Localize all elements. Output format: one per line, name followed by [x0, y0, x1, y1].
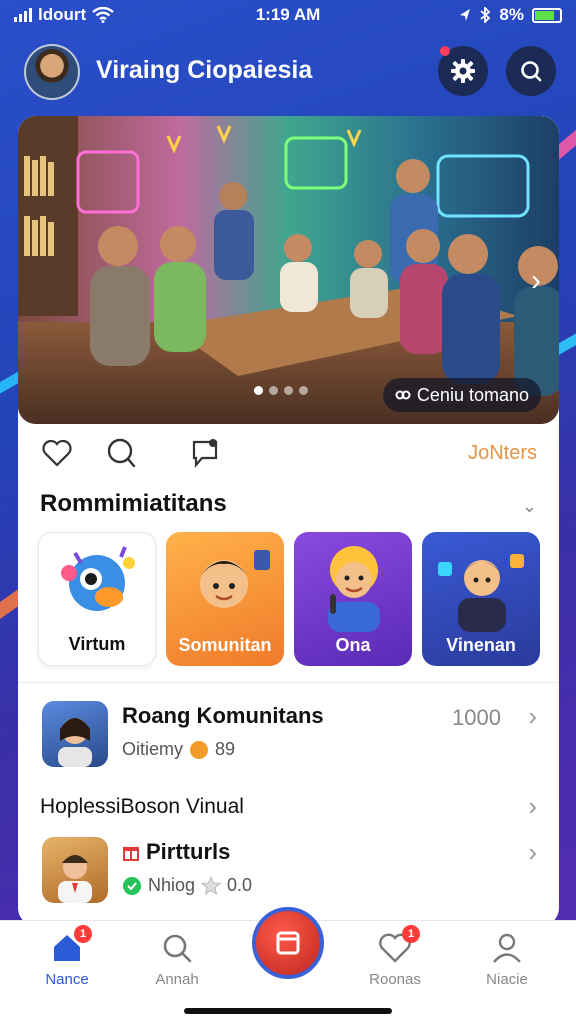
action-row: JoNters [38, 434, 539, 474]
row-count: 1000 [452, 705, 501, 730]
tile-vinenan[interactable]: Vinenan [422, 532, 540, 666]
search-icon [521, 61, 542, 82]
avatar [42, 701, 108, 767]
search-icon [160, 931, 194, 965]
home-icon: 1 [50, 925, 92, 965]
tab-profile[interactable]: Niacie [462, 931, 552, 988]
tile-somunitan[interactable]: Somunitan [166, 532, 284, 666]
tab-home[interactable]: 1 Nance [22, 925, 112, 988]
row-sub-text: Nhiog [148, 875, 196, 895]
status-bar: ldourt 1:19 AM 8% [0, 0, 576, 30]
heart-icon[interactable] [40, 436, 74, 470]
list-item[interactable]: Pirtturls Nhiog 0.0 › [18, 833, 559, 913]
row-subtitle: Nhiog 0.0 [122, 875, 252, 896]
hero-chip[interactable]: Ceniu tomano [382, 378, 541, 412]
share-icon[interactable] [188, 436, 222, 470]
tile-ona[interactable]: Ona [294, 532, 412, 666]
orange-emoji-icon [190, 740, 209, 759]
home-indicator [184, 1008, 392, 1014]
row-sub-count: 89 [215, 739, 236, 759]
tile-label: Virtum [68, 634, 126, 654]
bluetooth-icon [480, 7, 491, 23]
chevron-down-icon[interactable]: ⌄ [522, 496, 537, 517]
list-item[interactable]: Roang Komunitans Oitiemy 89 1000 › [18, 697, 559, 777]
tab-search[interactable]: Annah [132, 931, 222, 988]
row-title-wrap: Pirtturls [122, 839, 230, 865]
gift-icon [123, 847, 139, 861]
tile-label: Somunitan [178, 635, 272, 655]
link-icon [395, 390, 411, 400]
carousel-dot[interactable] [254, 386, 263, 395]
carousel-next-icon[interactable]: › [531, 264, 541, 298]
row-title: Roang Komunitans [122, 703, 324, 728]
community-list: Roang Komunitans Oitiemy 89 1000 › Hople… [18, 682, 559, 903]
tab-label: Annah [155, 971, 199, 988]
chevron-right-icon[interactable]: › [528, 701, 537, 732]
carousel-dot[interactable] [284, 386, 293, 395]
chevron-right-icon[interactable]: › [528, 837, 537, 868]
row-subtitle: Oitiemy 89 [122, 739, 235, 760]
singer-avatar-icon [328, 546, 380, 632]
hero-carousel[interactable]: › Ceniu tomano [18, 116, 559, 424]
section-title: Rommimiatitans [40, 490, 227, 517]
tab-label: Roonas [369, 971, 421, 988]
whatsapp-icon [123, 876, 141, 895]
carousel-dot[interactable] [299, 386, 308, 395]
joiners-link[interactable]: JoNters [468, 442, 537, 465]
tab-label: Niacie [486, 971, 528, 988]
comment-icon[interactable] [104, 436, 138, 470]
carousel-dots [254, 386, 308, 395]
tile-label: Ona [335, 635, 371, 655]
square-icon [276, 931, 300, 955]
carousel-dot[interactable] [269, 386, 278, 395]
row-sub-text: Oitiemy [122, 739, 184, 759]
app-title: Viraing Ciopaiesia [96, 56, 313, 84]
robot-mascot-icon [61, 546, 135, 611]
row-sub-count: 0.0 [227, 875, 253, 895]
hero-chip-label: Ceniu tomano [416, 384, 529, 405]
chevron-right-icon[interactable]: › [528, 791, 537, 822]
settings-button[interactable] [438, 46, 488, 96]
boy-mic-avatar-icon [438, 554, 524, 632]
notification-dot [440, 46, 450, 56]
search-button[interactable] [506, 46, 556, 96]
tile-label: Vinenan [446, 635, 516, 655]
main-card: › Ceniu tomano JoNters Rommimiatitans ⌄ … [18, 116, 559, 926]
boy-avatar-icon [200, 550, 270, 608]
tile-virtum[interactable]: Virtum [38, 532, 156, 666]
location-icon [460, 9, 471, 21]
create-button[interactable] [252, 907, 324, 979]
tab-label: Nance [45, 971, 89, 988]
user-icon [490, 931, 524, 965]
app-header: Viraing Ciopaiesia [24, 42, 556, 102]
tab-favorites[interactable]: 1 Roonas [350, 925, 440, 988]
gear-icon [451, 59, 475, 83]
category-tiles: Virtum Somunitan Ona Vinenan [38, 532, 559, 666]
row-heading: HoplessiBoson Vinual [40, 795, 244, 818]
heart-icon: 1 [378, 925, 420, 965]
avatar [42, 837, 108, 903]
star-icon [201, 875, 222, 895]
tab-badge: 1 [402, 925, 420, 943]
row-title: Pirtturls [146, 839, 231, 864]
tab-badge: 1 [74, 925, 92, 943]
list-heading-row[interactable]: HoplessiBoson Vinual › [18, 789, 559, 825]
battery-percent: 8% [499, 5, 524, 24]
battery-icon [532, 7, 562, 23]
profile-avatar[interactable] [24, 44, 80, 100]
